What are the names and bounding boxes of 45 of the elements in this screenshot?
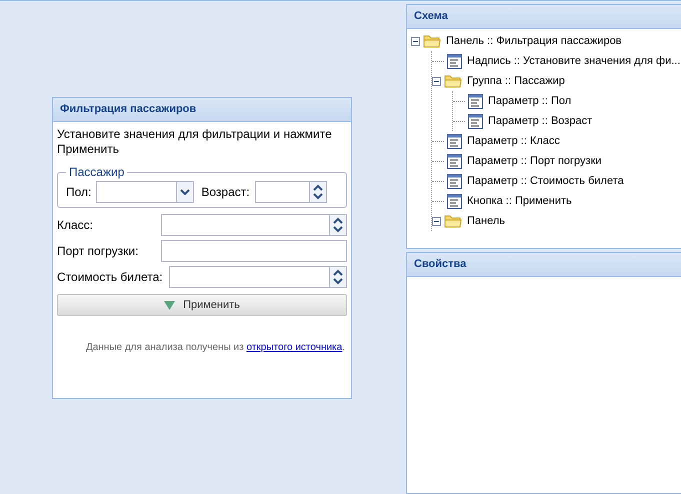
field-label: Стоимость билета: — [57, 269, 163, 286]
form-element-icon — [468, 114, 483, 128]
form-element-icon — [447, 134, 462, 148]
number-field[interactable] — [168, 266, 347, 288]
collapse-icon[interactable] — [411, 36, 420, 46]
folder-icon — [423, 34, 441, 48]
source-link[interactable]: открытого источника — [246, 342, 342, 353]
tree-item[interactable]: Параметр :: Стоимость билета — [465, 172, 626, 190]
folder-icon — [444, 214, 462, 228]
spinner-arrows-icon[interactable] — [308, 182, 326, 202]
form-element-icon — [447, 54, 462, 68]
dropdown-field[interactable] — [96, 181, 194, 203]
spinner-arrows-icon[interactable] — [329, 267, 346, 287]
form-element-icon — [447, 174, 462, 188]
field-label: Порт погрузки: — [57, 243, 140, 260]
tree-item[interactable]: Надпись :: Установите значения для фи... — [465, 52, 681, 70]
number-field[interactable] — [254, 181, 327, 203]
folder-icon — [444, 74, 462, 88]
panel-header: Фильтрация пассажиров — [53, 98, 351, 122]
form-element-icon — [447, 154, 462, 168]
tree-item[interactable]: Панель :: Фильтрация пассажиров — [444, 32, 624, 50]
tree-item[interactable]: Параметр :: Класс — [465, 132, 562, 150]
panel-header: Схема — [407, 5, 681, 29]
spinner-arrows-icon[interactable] — [329, 215, 346, 235]
tree-item[interactable]: Панель — [465, 212, 508, 230]
field-label: Пол: — [66, 184, 92, 201]
group-legend: Пассажир — [66, 163, 128, 181]
tree-item[interactable]: Кнопка :: Применить — [465, 192, 574, 210]
field-label: Возраст: — [201, 184, 250, 201]
form-element-icon — [447, 194, 462, 208]
instruction-text: Установите значения для фильтрации и нажмите Применить — [57, 127, 333, 157]
apply-button[interactable]: Применить — [57, 294, 347, 316]
tree-item[interactable]: Параметр :: Порт погрузки — [465, 152, 604, 170]
panel-header: Свойства — [407, 253, 681, 277]
triangle-down-icon — [164, 300, 176, 310]
tree-item[interactable]: Группа :: Пассажир — [465, 72, 567, 90]
source-note: Данные для анализа получены из открытого источника. — [84, 341, 346, 355]
collapse-icon[interactable] — [432, 76, 441, 86]
collapse-icon[interactable] — [432, 216, 441, 226]
tree-item[interactable]: Параметр :: Пол — [486, 92, 574, 110]
input-field[interactable] — [161, 240, 347, 262]
number-field[interactable] — [161, 214, 347, 236]
field-label: Класс: — [57, 217, 94, 234]
tree-item[interactable]: Параметр :: Возраст — [486, 112, 594, 130]
form-element-icon — [468, 94, 483, 108]
